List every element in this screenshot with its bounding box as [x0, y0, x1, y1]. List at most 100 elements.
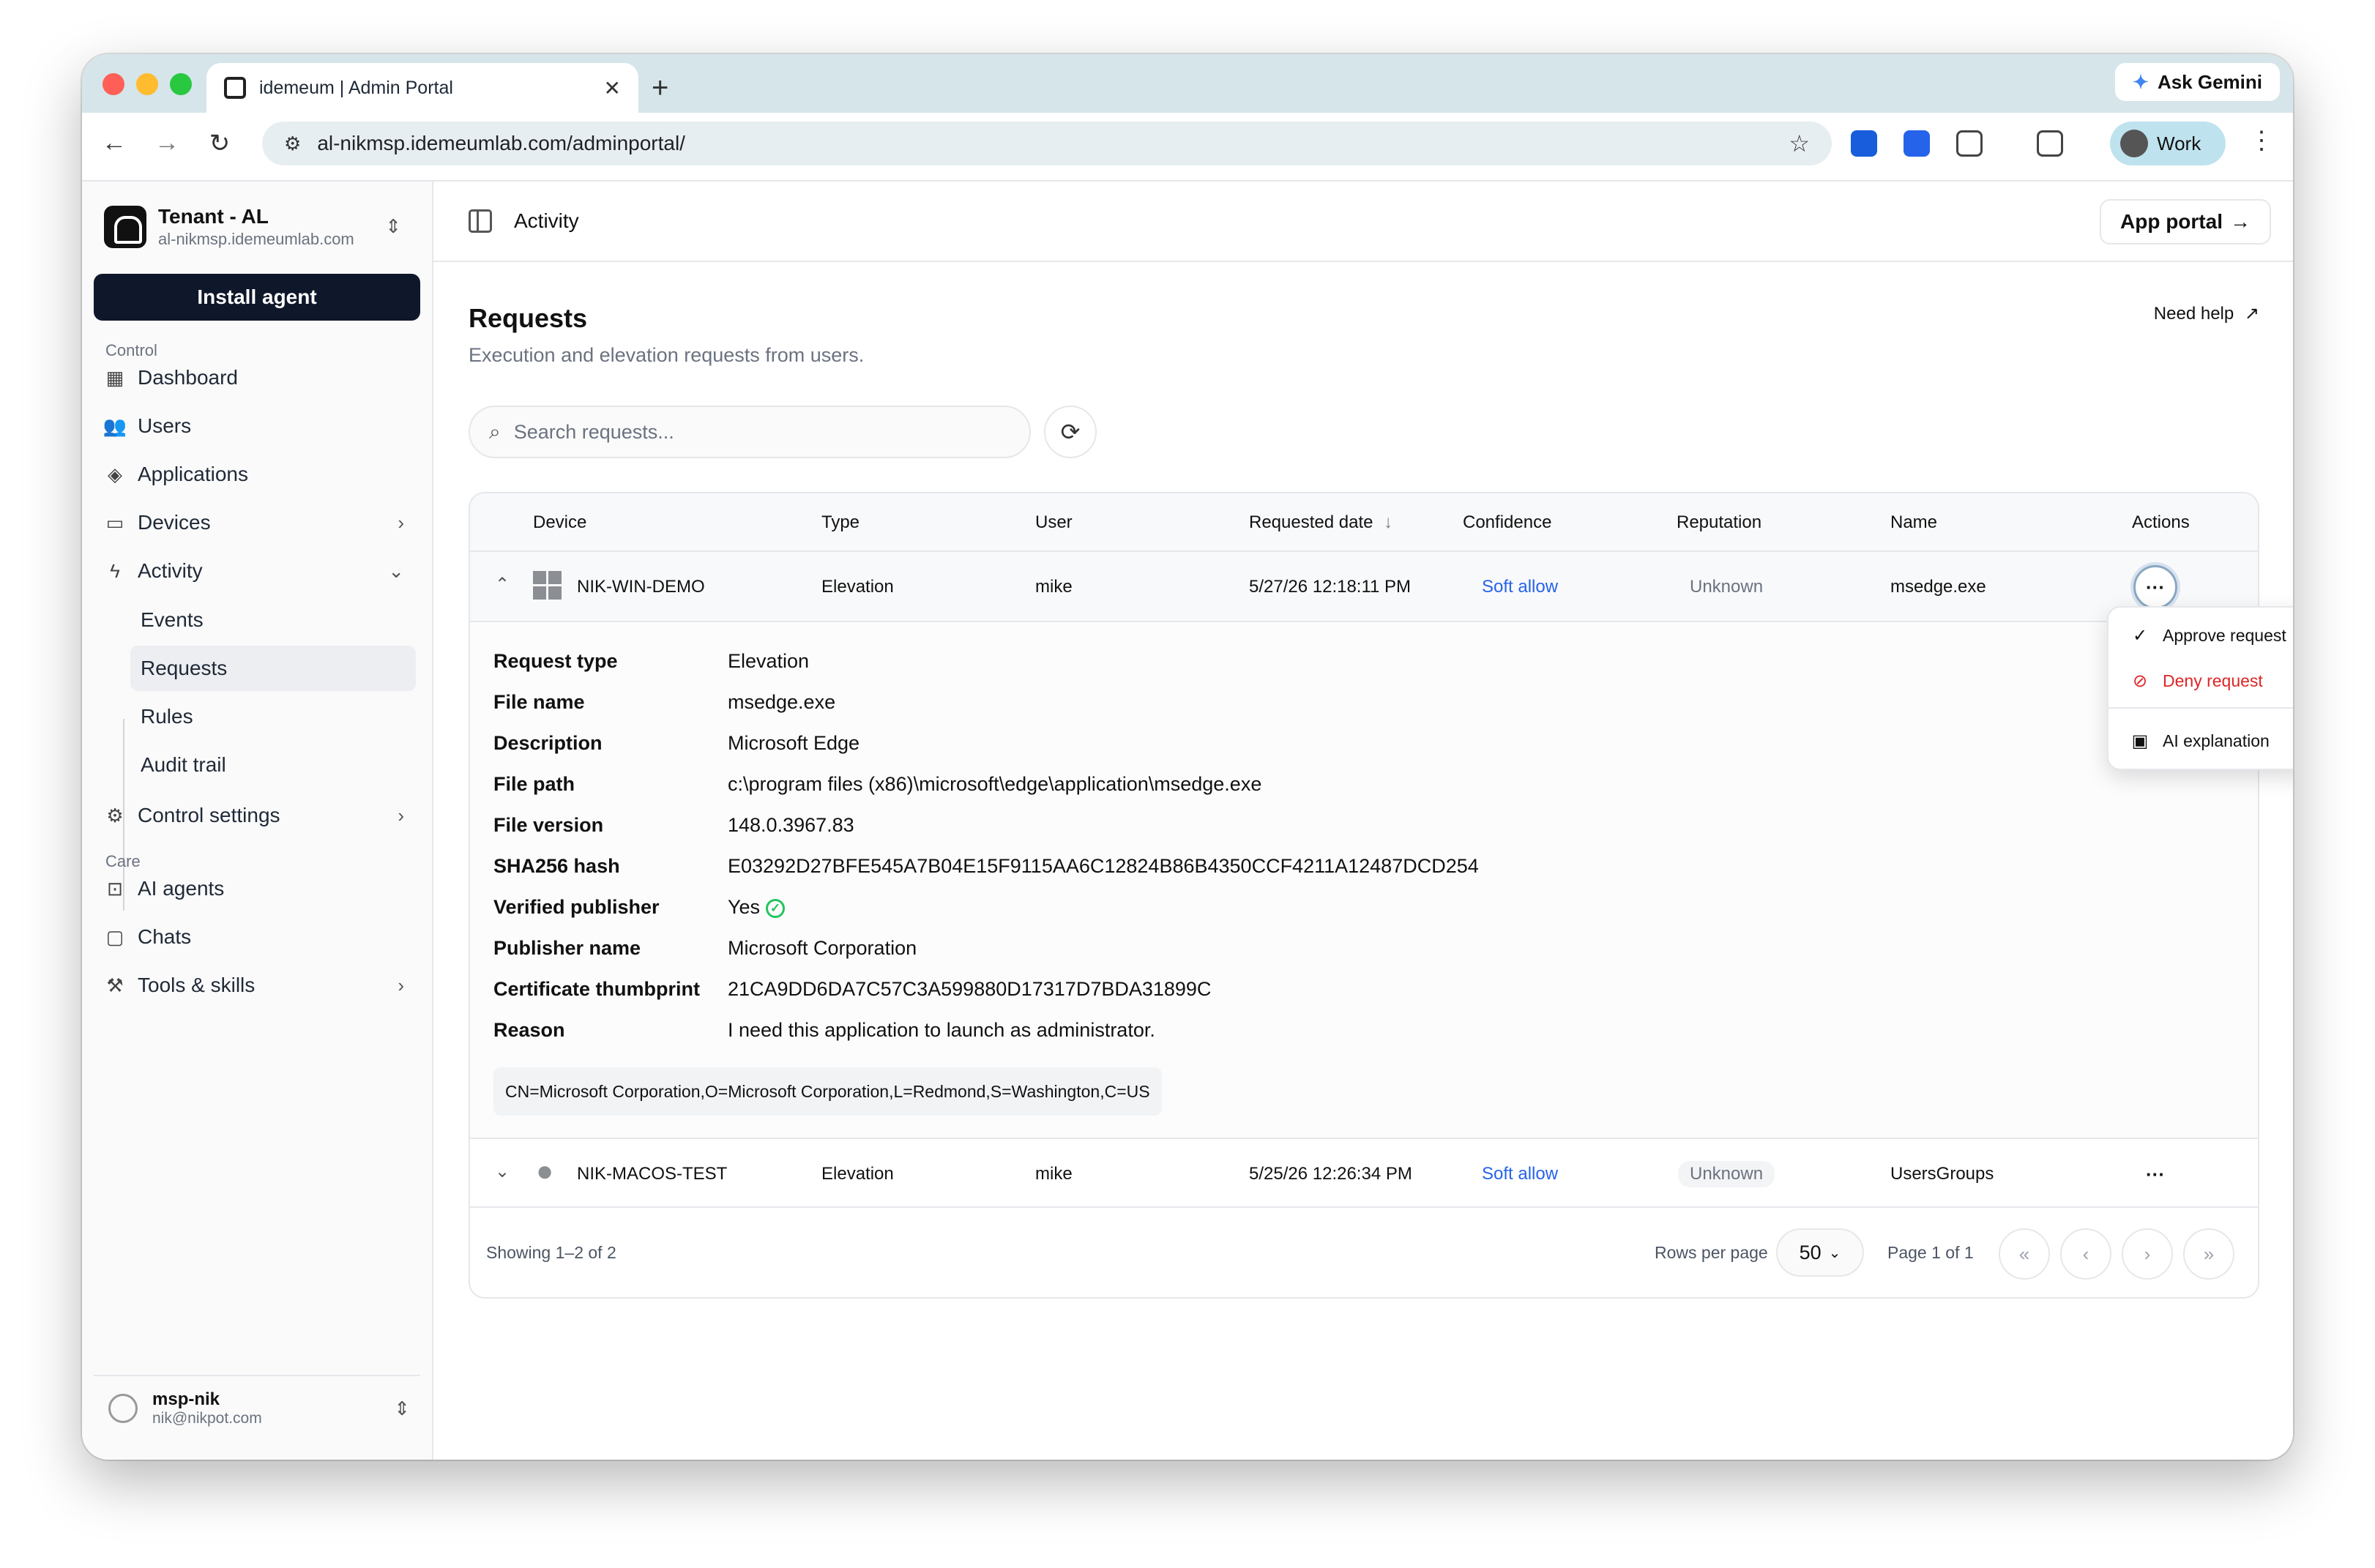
process-name: UsersGroups	[1890, 1164, 1994, 1184]
sidebar-item-activity[interactable]: ϟ Activity ⌄	[102, 549, 416, 593]
chevrons-right-icon: »	[2203, 1242, 2215, 1265]
process-name: msedge.exe	[1890, 577, 1986, 597]
tab-close-icon[interactable]: ✕	[604, 76, 621, 100]
search-input[interactable]: ⌕ Search requests...	[469, 406, 1031, 458]
layers-icon: ◈	[108, 463, 122, 485]
close-window-button[interactable]	[102, 73, 124, 95]
detail-value: E03292D27BFE545A7B04E15F9115AA6C12824B86…	[728, 855, 1479, 877]
tab-search-icon[interactable]	[2037, 130, 2063, 157]
column-header-requested-date[interactable]: Requested date ↓	[1249, 512, 1392, 533]
app-portal-button[interactable]: App portal →	[2100, 199, 2271, 244]
bitwarden-extension-icon[interactable]	[1851, 130, 1877, 157]
minimize-window-button[interactable]	[136, 73, 158, 95]
confidence-badge: Soft allow	[1482, 577, 1559, 597]
sidebar-item-tools-skills[interactable]: ⚒ Tools & skills ›	[102, 963, 416, 1007]
first-page-button[interactable]: «	[1999, 1228, 2050, 1280]
bookmark-star-icon[interactable]: ☆	[1789, 130, 1810, 157]
sidebar-item-dashboard[interactable]: ▦ Dashboard	[102, 356, 416, 400]
sidebar-item-ai-agents[interactable]: ⊡ AI agents	[102, 867, 416, 911]
ask-gemini-label: Ask Gemini	[2157, 70, 2262, 93]
user-menu[interactable]: msp-nik nik@nikpot.com ⇕	[94, 1375, 420, 1441]
row-actions-menu: ✓ Approve request ⊘ Deny request ▣ AI ex…	[2107, 606, 2293, 770]
profile-avatar	[2120, 130, 2148, 157]
need-help-link[interactable]: Need help ↗	[2154, 303, 2259, 324]
chevron-right-icon: ›	[2144, 1242, 2151, 1265]
sidebar-item-label: Users	[138, 414, 192, 437]
extensions-puzzle-icon[interactable]	[1956, 130, 1983, 157]
ban-icon: ⊘	[2132, 671, 2148, 691]
sidebar-item-label: Applications	[138, 463, 248, 485]
chevron-right-icon: ›	[398, 974, 404, 996]
sidebar-subitem-events[interactable]: Events	[130, 597, 416, 643]
detail-value: 148.0.3967.83	[728, 814, 854, 836]
chevron-down-icon[interactable]: ⌄	[495, 1161, 510, 1182]
requested-date: 5/25/26 12:26:34 PM	[1249, 1164, 1412, 1184]
sidebar-item-users[interactable]: 👥 Users	[102, 404, 416, 448]
row-actions-button[interactable]: ···	[2133, 565, 2177, 609]
sidebar-item-applications[interactable]: ◈ Applications	[102, 452, 416, 496]
sidebar-item-chats[interactable]: ▢ Chats	[102, 915, 416, 959]
detail-label: Publisher name	[493, 937, 641, 959]
ask-gemini-button[interactable]: ✦ Ask Gemini	[2115, 63, 2280, 101]
detail-label: Description	[493, 732, 603, 754]
detail-value: Microsoft Edge	[728, 732, 860, 754]
sidebar: Tenant - AL al-nikmsp.idemeumlab.com ⇕ I…	[82, 182, 433, 1460]
column-header-name: Name	[1890, 512, 1938, 532]
ai-explanation-menu-item[interactable]: ▣ AI explanation	[2109, 719, 2293, 763]
gemini-sparkle-icon: ✦	[2133, 70, 2149, 93]
back-icon[interactable]: ←	[97, 129, 132, 157]
favicon-icon	[224, 77, 246, 99]
dashboard-icon: ▦	[105, 366, 124, 389]
previous-page-button[interactable]: ‹	[2060, 1228, 2111, 1280]
table-header: Device Type User Requested date ↓ Confid…	[470, 493, 2258, 552]
request-detail-panel: Request type Elevation File name msedge.…	[470, 622, 2258, 1138]
refresh-button[interactable]: ⟳	[1044, 406, 1097, 458]
column-header-reputation: Reputation	[1677, 512, 1762, 532]
menu-item-label: Approve request	[2163, 625, 2286, 645]
sidebar-toggle-icon[interactable]	[469, 209, 492, 233]
sidebar-item-control-settings[interactable]: ⚙ Control settings ›	[102, 794, 416, 837]
approve-request-menu-item[interactable]: ✓ Approve request	[2109, 613, 2293, 657]
page-header: Activity App portal →	[433, 182, 2293, 262]
browser-tab[interactable]: idemeum | Admin Portal ✕	[206, 63, 638, 113]
last-page-button[interactable]: »	[2183, 1228, 2234, 1280]
maximize-window-button[interactable]	[170, 73, 192, 95]
request-user: mike	[1035, 1164, 1073, 1184]
sidebar-subitem-rules[interactable]: Rules	[130, 694, 416, 739]
deny-request-menu-item[interactable]: ⊘ Deny request	[2109, 659, 2293, 703]
sidebar-subitem-requests[interactable]: Requests	[130, 646, 416, 691]
robot-icon: ⊡	[107, 877, 123, 900]
chevron-up-icon[interactable]: ⌃	[495, 574, 510, 595]
rows-per-page-label: Rows per page	[1655, 1243, 1768, 1262]
profile-button[interactable]: Work	[2110, 122, 2226, 165]
row-actions-button[interactable]: ···	[2133, 1152, 2177, 1196]
profile-label: Work	[2157, 132, 2201, 154]
column-header-type: Type	[821, 512, 860, 532]
table-row[interactable]: ⌃ NIK-WIN-DEMO Elevation mike 5/27/26 12…	[470, 552, 2258, 622]
url-text[interactable]: al-nikmsp.idemeumlab.com/adminportal/	[317, 132, 1789, 155]
browser-menu-icon[interactable]: ⋮	[2249, 126, 2274, 155]
check-icon: ✓	[2132, 625, 2148, 646]
sidebar-subitem-audit-trail[interactable]: Audit trail	[130, 742, 416, 788]
ellipsis-icon: ···	[2146, 1162, 2165, 1185]
download-extension-icon[interactable]	[1904, 130, 1930, 157]
reload-icon[interactable]: ↻	[202, 129, 237, 158]
request-type: Elevation	[821, 577, 894, 597]
forward-icon[interactable]: →	[149, 129, 184, 157]
app-body: Tenant - AL al-nikmsp.idemeumlab.com ⇕ I…	[82, 180, 2293, 1460]
install-agent-button[interactable]: Install agent	[94, 274, 420, 321]
tab-strip: idemeum | Admin Portal ✕ + ✦ Ask Gemini	[82, 54, 2293, 113]
address-bar[interactable]: ⚙ al-nikmsp.idemeumlab.com/adminportal/ …	[262, 122, 1832, 165]
new-tab-button[interactable]: +	[652, 72, 668, 105]
sidebar-item-label: AI agents	[138, 877, 225, 900]
next-page-button[interactable]: ›	[2122, 1228, 2173, 1280]
tenant-switcher[interactable]: Tenant - AL al-nikmsp.idemeumlab.com ⇕	[104, 199, 411, 255]
ellipsis-icon: ···	[2146, 575, 2165, 598]
rows-per-page-select[interactable]: 50 ⌄	[1776, 1228, 1864, 1277]
reputation-badge: Unknown	[1690, 577, 1764, 597]
sidebar-item-devices[interactable]: ▭ Devices ›	[102, 501, 416, 545]
device-name: NIK-MACOS-TEST	[577, 1164, 728, 1184]
confidence-badge: Soft allow	[1482, 1164, 1559, 1184]
site-settings-icon[interactable]: ⚙	[284, 132, 301, 155]
table-row[interactable]: ⌄ ● NIK-MACOS-TEST Elevation mike 5/25/2…	[470, 1138, 2258, 1208]
